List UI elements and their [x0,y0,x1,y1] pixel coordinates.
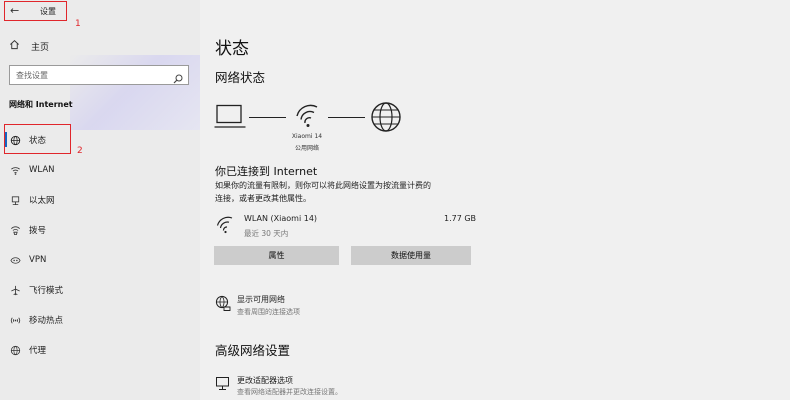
proxy-globe-icon [9,344,21,356]
network-status-heading: 网络状态 [215,70,266,85]
connected-description-line2: 连接，或者更改其他属性。 [215,194,311,203]
connection-data-usage: 1.77 GB [444,214,477,223]
properties-button[interactable]: 属性 [214,246,339,265]
sidebar-item-label: 以太网 [29,196,55,206]
sidebar-item-dialup[interactable]: 拨号 [9,223,46,237]
network-type: 公用网络 [294,145,319,152]
sidebar-item-label: 飞行模式 [29,286,64,296]
sidebar-item-mobile-hotspot[interactable]: 移动热点 [9,313,63,327]
connection-name: WLAN (Xiaomi 14) [244,214,318,223]
window-titlebar-highlight: ← 设置 [4,1,67,21]
sidebar: ← 设置 1 主页 网络和 Internet 2 状态 WLAN 以太网 [0,0,200,400]
connection-line [249,117,286,118]
show-networks-subtitle: 查看周围的连接选项 [237,308,300,316]
sidebar-item-label: 移动热点 [29,316,64,326]
change-adapter-title: 更改适配器选项 [237,376,293,385]
sidebar-item-vpn[interactable]: VPN [9,253,46,267]
data-usage-button[interactable]: 数据使用量 [351,246,471,265]
dialup-icon [9,224,21,236]
sidebar-item-label: 拨号 [29,226,47,236]
main-content: 状态 网络状态 Xiaomi 14 公用网络 你已连接到 Internet 如果… [200,0,790,400]
search-icon[interactable] [173,69,183,88]
wifi-icon [9,164,21,176]
vpn-icon [9,254,21,266]
hotspot-icon [9,314,21,326]
annotation-label-2: 2 [77,146,83,156]
sidebar-item-label: WLAN [29,165,55,175]
sidebar-item-proxy[interactable]: 代理 [9,343,46,357]
ethernet-icon [9,194,21,206]
connection-period: 最近 30 天内 [244,229,289,238]
network-adapter-icon [215,376,231,396]
airplane-icon [9,284,21,296]
change-adapter-options-link[interactable]: 更改适配器选项 查看网络适配器并更改连接设置。 [214,374,384,400]
active-item-indicator [5,132,7,147]
sidebar-item-label: VPN [29,255,47,265]
network-name: Xiaomi 14 [291,133,323,140]
change-adapter-subtitle: 查看网络适配器并更改连接设置。 [237,388,342,396]
internet-globe-icon [370,101,402,137]
wifi-connection-icon [216,216,234,238]
settings-search-box[interactable] [9,65,189,85]
sidebar-item-wlan[interactable]: WLAN [9,163,55,177]
sidebar-item-label: 代理 [29,346,47,356]
sidebar-item-ethernet[interactable]: 以太网 [9,193,55,207]
show-networks-title: 显示可用网络 [237,295,285,304]
connected-description-line1: 如果你的流量有限制，则你可以将此网络设置为按流量计费的 [215,181,431,190]
page-title: 状态 [215,39,249,59]
search-input[interactable] [16,69,166,82]
sidebar-home-label: 主页 [31,42,50,53]
network-globe-icon [215,295,231,315]
annotation-label-1: 1 [75,19,81,29]
home-icon [9,39,21,53]
back-arrow-icon[interactable]: ← [10,4,19,17]
sidebar-item-label: 状态 [29,136,47,146]
connected-heading: 你已连接到 Internet [215,165,318,178]
advanced-settings-heading: 高级网络设置 [215,343,291,358]
window-title: 设置 [40,7,56,16]
connection-line [328,117,365,118]
status-globe-icon [9,134,21,146]
show-available-networks-link[interactable]: 显示可用网络 查看周围的连接选项 [214,293,364,319]
computer-icon [214,104,246,134]
sidebar-section-heading: 网络和 Internet [9,100,73,109]
wifi-network-icon [295,104,321,132]
sidebar-item-status[interactable]: 状态 [9,133,46,147]
sidebar-item-home[interactable]: 主页 [9,39,49,53]
sidebar-item-airplane-mode[interactable]: 飞行模式 [9,283,63,297]
